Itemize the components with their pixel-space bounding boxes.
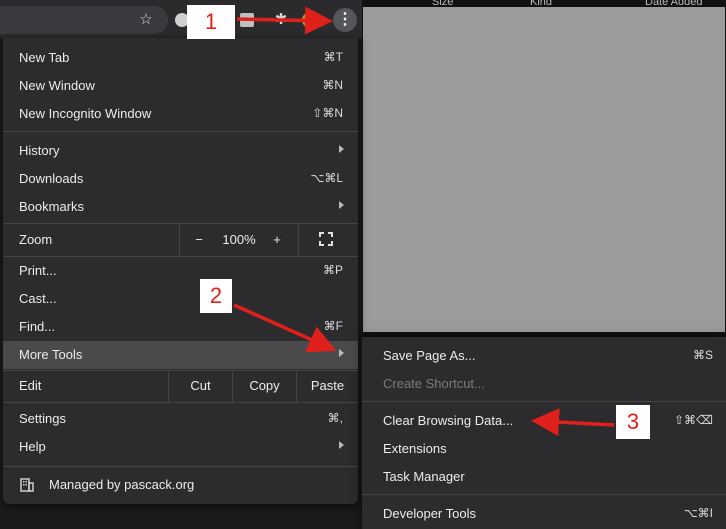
menu-item-label: Edit bbox=[19, 378, 42, 393]
menu-item-label: Create Shortcut... bbox=[383, 376, 485, 391]
callout-2: 2 bbox=[200, 279, 232, 313]
copy-button[interactable]: Copy bbox=[232, 370, 296, 402]
menu-item-label: Print... bbox=[19, 263, 57, 278]
menu-divider bbox=[3, 402, 358, 403]
menu-item-new-tab[interactable]: New Tab ⌘T bbox=[3, 44, 358, 72]
menu-item-label: Zoom bbox=[19, 232, 53, 247]
menu-item-shortcut: ⌥⌘L bbox=[310, 171, 343, 185]
menu-item-zoom: Zoom bbox=[3, 224, 358, 256]
menu-item-label: Developer Tools bbox=[383, 506, 476, 521]
submenu-item-save-page[interactable]: Save Page As... ⌘S bbox=[362, 341, 726, 369]
menu-item-shortcut: ⇧⌘N bbox=[312, 106, 343, 120]
chrome-main-menu: New Tab ⌘T New Window ⌘N New Incognito W… bbox=[3, 38, 358, 504]
menu-item-label: Clear Browsing Data... bbox=[383, 413, 514, 428]
zoom-divider bbox=[179, 224, 180, 256]
menu-item-label: Find... bbox=[19, 319, 56, 334]
building-icon bbox=[20, 478, 34, 492]
menu-item-shortcut: ⌥⌘I bbox=[683, 506, 713, 520]
menu-item-shortcut: ⇧⌘⌫ bbox=[673, 413, 713, 427]
callout-1: 1 bbox=[187, 5, 235, 39]
fullscreen-icon[interactable] bbox=[319, 232, 333, 246]
menu-item-shortcut: ⌘P bbox=[322, 263, 343, 277]
more-vertical-icon[interactable]: ⋮ bbox=[333, 8, 357, 32]
zoom-out-button[interactable]: − bbox=[187, 224, 211, 256]
menu-item-label: Save Page As... bbox=[383, 348, 476, 363]
menu-item-new-incognito-window[interactable]: New Incognito Window ⇧⌘N bbox=[3, 100, 358, 128]
more-tools-submenu: Save Page As... ⌘S Create Shortcut... Cl… bbox=[362, 337, 726, 529]
cut-button[interactable]: Cut bbox=[168, 370, 232, 402]
menu-item-label: More Tools bbox=[19, 347, 83, 362]
puzzle-icon[interactable]: ✱ bbox=[271, 10, 291, 30]
menu-item-find[interactable]: Find... ⌘F bbox=[3, 313, 358, 341]
menu-item-label: Task Manager bbox=[383, 469, 465, 484]
submenu-item-clear-browsing-data[interactable]: Clear Browsing Data... ⇧⌘⌫ bbox=[362, 406, 726, 434]
menu-item-label: Managed by pascack.org bbox=[49, 477, 195, 492]
menu-item-shortcut: ⌘, bbox=[327, 411, 343, 425]
menu-item-settings[interactable]: Settings ⌘, bbox=[3, 405, 358, 433]
chevron-right-icon bbox=[339, 201, 344, 209]
menu-item-more-tools[interactable]: More Tools bbox=[3, 341, 358, 369]
menu-item-bookmarks[interactable]: Bookmarks bbox=[3, 193, 358, 221]
menu-item-cast[interactable]: Cast... bbox=[3, 285, 358, 313]
menu-item-label: Cast... bbox=[19, 291, 57, 306]
avatar[interactable] bbox=[302, 12, 318, 28]
menu-divider bbox=[362, 401, 726, 402]
menu-item-shortcut: ⌘S bbox=[692, 348, 713, 362]
zoom-in-button[interactable]: + bbox=[265, 224, 289, 256]
menu-item-label: New Window bbox=[19, 78, 95, 93]
menu-item-label: Settings bbox=[19, 411, 66, 426]
browser-toolbar: ☆ ✱ ⋮ bbox=[0, 0, 362, 38]
menu-item-label: New Tab bbox=[19, 50, 70, 65]
menu-item-label: Extensions bbox=[383, 441, 447, 456]
menu-item-shortcut: ⌘T bbox=[323, 50, 343, 64]
extension-icon[interactable] bbox=[240, 13, 254, 27]
menu-item-new-window[interactable]: New Window ⌘N bbox=[3, 72, 358, 100]
menu-divider bbox=[3, 131, 358, 132]
menu-divider bbox=[3, 466, 358, 467]
submenu-item-extensions[interactable]: Extensions bbox=[362, 434, 726, 462]
menu-item-label: Help bbox=[19, 439, 46, 454]
menu-item-help[interactable]: Help bbox=[3, 433, 358, 461]
menu-item-history[interactable]: History bbox=[3, 137, 358, 165]
menu-item-print[interactable]: Print... ⌘P bbox=[3, 257, 358, 285]
submenu-item-task-manager[interactable]: Task Manager bbox=[362, 462, 726, 490]
chevron-right-icon bbox=[339, 145, 344, 153]
zoom-level: 100% bbox=[222, 232, 256, 247]
menu-item-label: Bookmarks bbox=[19, 199, 85, 214]
menu-item-label: Downloads bbox=[19, 171, 84, 186]
menu-item-shortcut: ⌘N bbox=[322, 78, 343, 92]
menu-item-managed[interactable]: Managed by pascack.org bbox=[3, 471, 358, 499]
menu-divider bbox=[362, 494, 726, 495]
chevron-right-icon bbox=[339, 441, 344, 449]
menu-item-label: New Incognito Window bbox=[19, 106, 152, 121]
menu-item-downloads[interactable]: Downloads ⌥⌘L bbox=[3, 165, 358, 193]
submenu-item-developer-tools[interactable]: Developer Tools ⌥⌘I bbox=[362, 499, 726, 527]
submenu-item-create-shortcut: Create Shortcut... bbox=[362, 369, 726, 397]
zoom-divider bbox=[298, 224, 299, 256]
paste-button[interactable]: Paste bbox=[296, 370, 358, 402]
content-placeholder bbox=[363, 7, 725, 332]
star-icon[interactable]: ☆ bbox=[136, 10, 156, 30]
callout-3: 3 bbox=[616, 405, 650, 439]
menu-item-label: History bbox=[19, 143, 60, 158]
chevron-right-icon bbox=[339, 349, 344, 357]
menu-item-shortcut: ⌘F bbox=[323, 319, 343, 333]
